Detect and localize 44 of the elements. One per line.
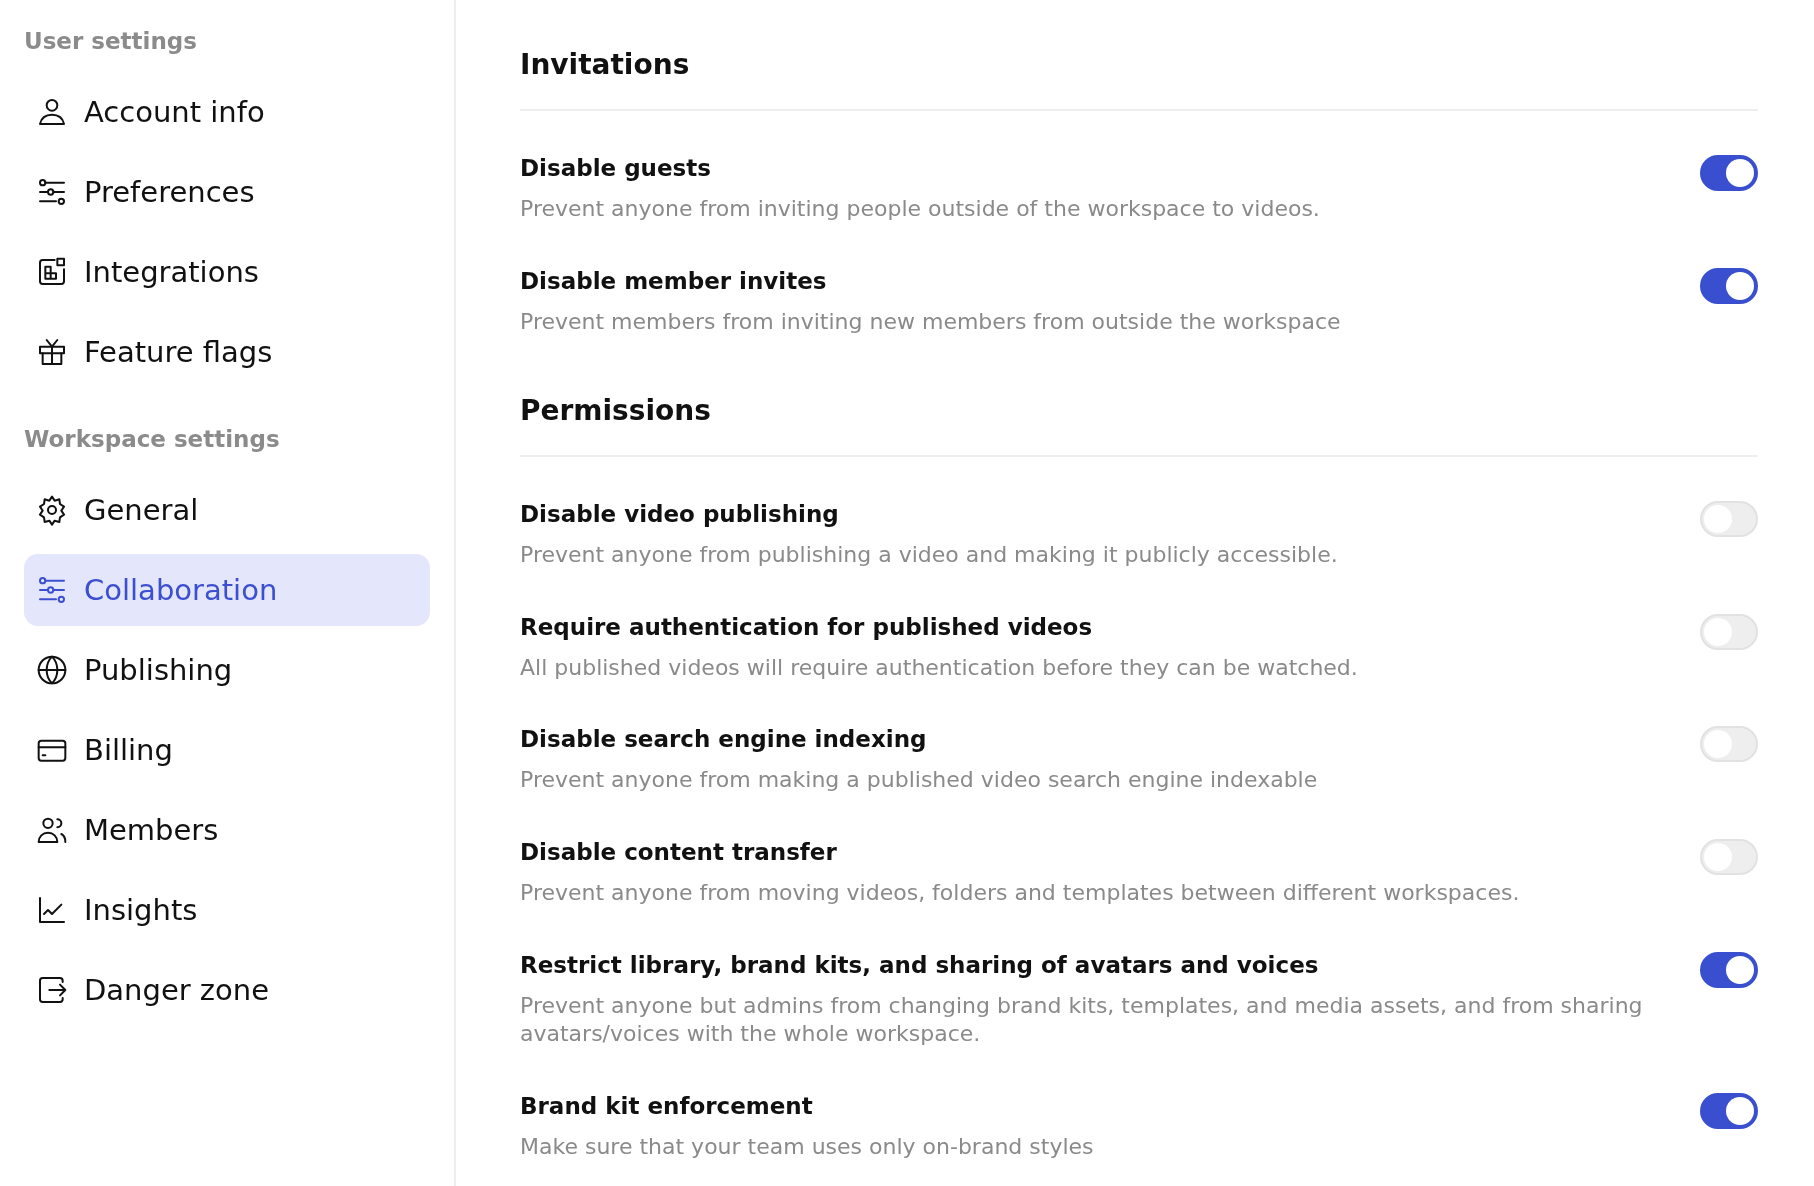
sidebar-item[interactable]: Feature flags <box>24 316 430 388</box>
line-chart-icon <box>36 894 68 926</box>
setting-title: Disable guests <box>520 155 712 181</box>
sidebar-item[interactable]: Collaboration <box>24 554 430 626</box>
setting-description: All published videos will require authentication before they can be watched. <box>520 653 1358 682</box>
setting-title: Disable video publishing <box>520 501 840 528</box>
section-label: User settings <box>24 28 198 54</box>
gear-icon <box>36 494 68 526</box>
setting-description: Prevent anyone from inviting people outside of the workspace to videos. <box>520 195 1320 223</box>
toggle-switch[interactable] <box>1700 267 1758 304</box>
setting-title: Brand kit enforcement <box>520 1092 814 1119</box>
sidebar-item[interactable]: Danger zone <box>24 954 430 1026</box>
sidebar-item[interactable]: Preferences <box>24 156 430 228</box>
setting-title: Restrict library, brand kits, and sharing of avatars and voices <box>520 951 1320 978</box>
setting-description: Make sure that your team uses only on-brand styles <box>520 1132 1094 1161</box>
sliders-icon <box>36 574 68 606</box>
sidebar-item[interactable]: Members <box>24 794 430 866</box>
globe-icon <box>36 654 68 686</box>
toggle-switch[interactable] <box>1700 155 1758 191</box>
setting-title: Disable content transfer <box>520 838 838 865</box>
setting-title: Require authentication for published videos <box>520 613 1094 640</box>
exit-icon <box>36 974 68 1006</box>
setting-description: Prevent anyone from publishing a video and making it publicly accessible. <box>520 541 1338 570</box>
setting-title: Disable search engine indexing <box>520 726 928 753</box>
blocks-icon <box>36 256 68 288</box>
sidebar-item[interactable]: Insights <box>24 874 430 946</box>
sidebar-item[interactable]: Billing <box>24 714 430 786</box>
setting-title: Disable member invites <box>520 267 828 294</box>
setting-description: Prevent anyone from making a published video search engine indexable <box>520 766 1318 795</box>
setting-description: Prevent anyone but admins from changing brand kits, templates, and media assets, and from sharing avatars/voices with the whole workspace. <box>520 991 1644 1049</box>
sidebar-item[interactable]: General <box>24 474 430 546</box>
setting-description: Prevent members from inviting new members from outside the workspace <box>520 307 1341 336</box>
section-heading: Permissions <box>520 394 1758 458</box>
sidebar-item[interactable]: Account info <box>24 76 430 148</box>
person-icon <box>36 96 68 128</box>
toggle-switch[interactable] <box>1700 1092 1758 1129</box>
sidebar-item[interactable]: Integrations <box>24 236 430 308</box>
section-heading: Invitations <box>520 48 1758 111</box>
section-label: Workspace settings <box>24 426 281 452</box>
sidebar-item[interactable]: Publishing <box>24 634 430 706</box>
toggle-switch[interactable] <box>1700 951 1758 988</box>
setting-description: Prevent anyone from moving videos, folders and templates between different workspaces. <box>520 878 1520 907</box>
sliders-icon <box>36 176 68 208</box>
gift-icon <box>36 336 68 368</box>
